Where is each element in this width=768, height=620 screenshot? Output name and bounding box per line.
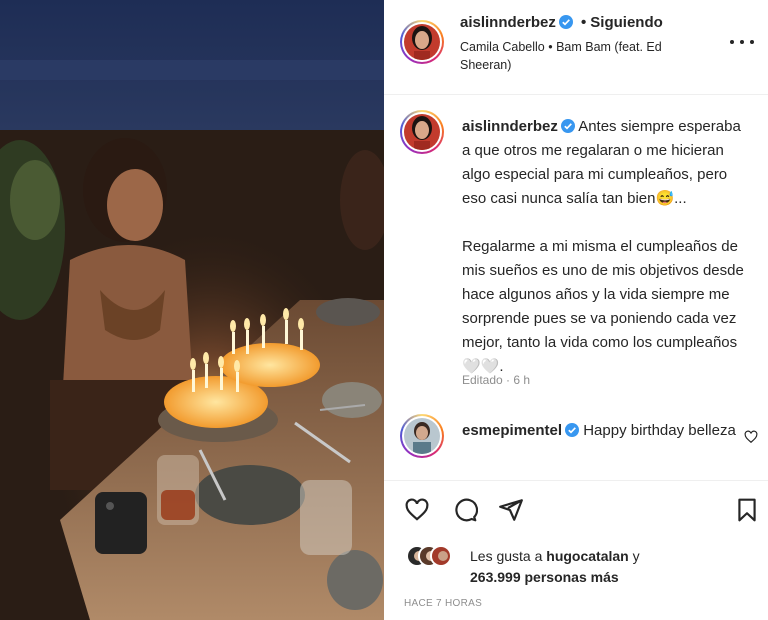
likes-count[interactable]: 263.999 personas más: [470, 569, 619, 585]
comment-like-heart-icon[interactable]: [744, 430, 758, 444]
author-username[interactable]: aislinnderbez: [460, 14, 556, 31]
caption-paragraph-1: aislinnderbez Antes siempre esperaba a q…: [462, 115, 747, 211]
author-avatar[interactable]: [400, 20, 444, 64]
verified-badge-icon: [565, 423, 580, 437]
commenter-username[interactable]: esmepimentel: [462, 422, 562, 439]
bookmark-icon[interactable]: [734, 497, 760, 523]
edited-timestamp: Editado · 6 h: [462, 373, 531, 387]
verified-badge-icon: [558, 15, 573, 29]
more-icon[interactable]: [730, 34, 754, 50]
post-header: aislinnderbez • Siguiendo Camila Cabello …: [384, 0, 768, 95]
post-timestamp[interactable]: HACE 7 HORAS: [404, 598, 482, 609]
caption-author-avatar[interactable]: [400, 110, 444, 154]
likes-summary[interactable]: Les gusta a hugocatalan y 263.999 person…: [470, 546, 750, 588]
liker-avatar: [430, 545, 452, 567]
likers-avatars[interactable]: [406, 545, 452, 571]
comment-body: Happy birthday belleza: [583, 422, 736, 439]
comment: esmepimentel Happy birthday belleza: [462, 420, 742, 442]
author-line: aislinnderbez • Siguiendo: [460, 14, 663, 31]
likes-prefix: Les gusta a: [470, 548, 543, 564]
verified-badge-icon: [560, 119, 575, 133]
liker-username[interactable]: hugocatalan: [546, 548, 628, 564]
following-button[interactable]: Siguiendo: [590, 14, 663, 31]
likes-connector: y: [632, 548, 640, 564]
commenter-avatar[interactable]: [400, 414, 444, 458]
heart-icon[interactable]: [404, 497, 430, 523]
separator-dot: •: [581, 14, 587, 31]
caption-text: aislinnderbez Antes siempre esperaba a q…: [462, 115, 747, 379]
send-icon[interactable]: [498, 497, 524, 523]
audio-track-link[interactable]: Camila Cabello • Bam Bam (feat. Ed Sheer…: [460, 38, 700, 74]
comment-icon[interactable]: [452, 497, 478, 523]
birthday-photo-illustration: [0, 0, 384, 620]
post-actions: Les gusta a hugocatalan y 263.999 person…: [384, 480, 768, 620]
caption-username[interactable]: aislinnderbez: [462, 118, 558, 135]
post-side-panel: aislinnderbez • Siguiendo Camila Cabello …: [384, 0, 768, 620]
caption-paragraph-2: Regalarme a mi misma el cumpleaños de mi…: [462, 238, 744, 375]
post-photo[interactable]: [0, 0, 384, 620]
